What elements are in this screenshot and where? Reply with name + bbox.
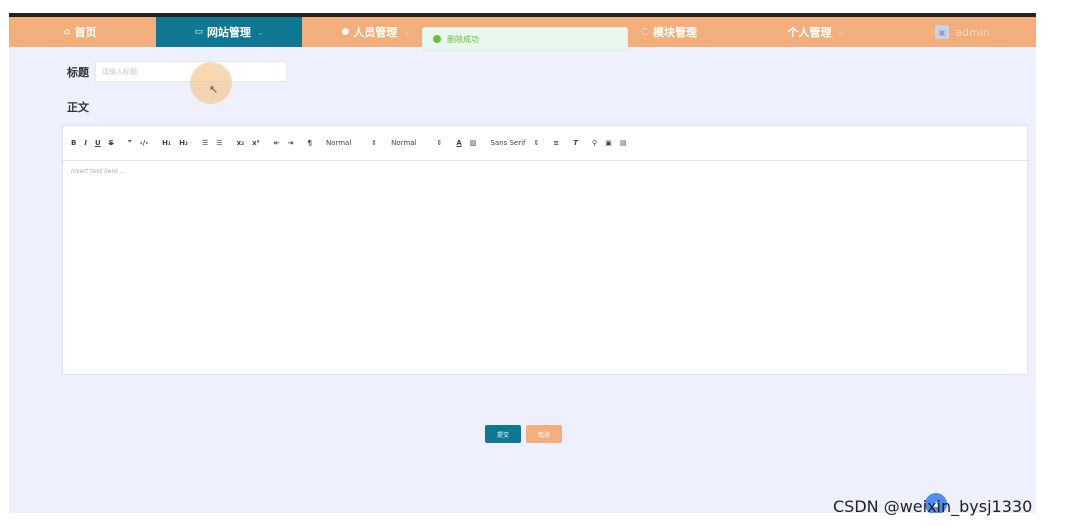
nav-item-label: 个人管理: [787, 26, 832, 39]
nav-item-website[interactable]: ▭ 网站管理 ⌄: [155, 17, 303, 47]
ordered-list-icon[interactable]: ☰: [202, 139, 208, 147]
success-toast: 删除成功: [422, 27, 628, 51]
outdent-icon[interactable]: ⇤: [274, 139, 280, 147]
font-select-value: Sans Serif: [490, 139, 526, 147]
size-select[interactable]: Normal ⇕: [326, 139, 377, 147]
submit-button[interactable]: 提交: [485, 425, 521, 443]
chevron-down-icon: ⌄: [256, 27, 264, 37]
font-select[interactable]: Sans Serif ⇕: [490, 139, 539, 147]
nav-item-label: 人员管理: [353, 26, 398, 39]
header-select-value: Normal: [391, 139, 417, 147]
underline-icon[interactable]: U: [95, 139, 101, 147]
title-row: 标题: [67, 61, 287, 82]
chevron-down-icon: ⌄: [837, 27, 845, 37]
align-icon[interactable]: ≡: [553, 139, 559, 147]
blockquote-icon[interactable]: ❞: [128, 139, 132, 147]
chevron-updown-icon: ⇕: [436, 139, 443, 147]
image-icon[interactable]: ▣: [605, 139, 612, 147]
header-select[interactable]: Normal ⇕: [391, 139, 442, 147]
header-2-icon[interactable]: H₂: [179, 139, 188, 147]
subscript-icon[interactable]: x₂: [237, 139, 245, 147]
chat-icon: ◌: [641, 27, 650, 37]
italic-icon[interactable]: I: [84, 139, 87, 147]
editor-placeholder: Insert text here ...: [71, 168, 126, 175]
link-icon[interactable]: ⚲: [592, 139, 597, 147]
cancel-button[interactable]: 取消: [526, 425, 562, 443]
mouse-cursor-icon: ↖: [209, 83, 219, 96]
nav-item-home[interactable]: ⌂ 首页: [9, 17, 156, 47]
clear-format-icon[interactable]: T: [573, 139, 578, 147]
header-1-icon[interactable]: H₁: [162, 139, 171, 147]
editor-toolbar: B I U S ❞ ‹/› H₁ H₂ ☰ ☰ x₂ x² ⇤ ⇥ ¶ Norm…: [63, 126, 1027, 161]
bullet-list-icon[interactable]: ☰: [216, 139, 222, 147]
user-name: admin: [955, 25, 990, 39]
nav-item-personal[interactable]: 个人管理 ⌄: [742, 17, 889, 47]
bold-icon[interactable]: B: [71, 139, 76, 147]
text-direction-icon[interactable]: ¶: [308, 139, 312, 147]
indent-icon[interactable]: ⇥: [288, 139, 294, 147]
title-label: 标题: [67, 65, 89, 79]
editor-content-area[interactable]: Insert text here ...: [63, 161, 1027, 182]
code-block-icon[interactable]: ‹/›: [140, 139, 148, 147]
rich-text-editor: B I U S ❞ ‹/› H₁ H₂ ☰ ☰ x₂ x² ⇤ ⇥ ¶ Norm…: [62, 125, 1028, 375]
nav-item-label: 网站管理: [206, 26, 251, 39]
avatar-icon: ▣: [935, 25, 950, 39]
monitor-icon: ▭: [194, 27, 203, 37]
strikethrough-icon[interactable]: S: [109, 139, 114, 147]
text-color-icon[interactable]: A: [456, 139, 461, 147]
user-icon: ●: [341, 27, 350, 37]
chevron-updown-icon: ⇕: [371, 139, 378, 147]
body-label: 正文: [67, 101, 89, 114]
watermark: CSDN @weixin_bysj1330: [833, 497, 1033, 516]
chevron-down-icon: ⌄: [403, 27, 410, 37]
chevron-updown-icon: ⇕: [533, 139, 540, 147]
nav-item-label: 首页: [74, 26, 97, 39]
check-circle-icon: [433, 35, 441, 43]
app-window: ⌂ 首页 ▭ 网站管理 ⌄ ● 人员管理 ⌄ ◌ 模块管理 个人管理 ⌄ ▣ a…: [9, 13, 1036, 513]
toast-message: 删除成功: [447, 34, 479, 44]
superscript-icon[interactable]: x²: [252, 139, 260, 147]
home-icon: ⌂: [64, 27, 71, 37]
user-menu[interactable]: ▣ admin: [889, 17, 1036, 47]
background-color-icon[interactable]: ▨: [470, 139, 477, 147]
nav-item-label: 模块管理: [653, 26, 698, 39]
video-icon[interactable]: ▤: [620, 139, 627, 147]
size-select-value: Normal: [325, 139, 352, 147]
form-actions: 提交 取消: [485, 425, 567, 443]
